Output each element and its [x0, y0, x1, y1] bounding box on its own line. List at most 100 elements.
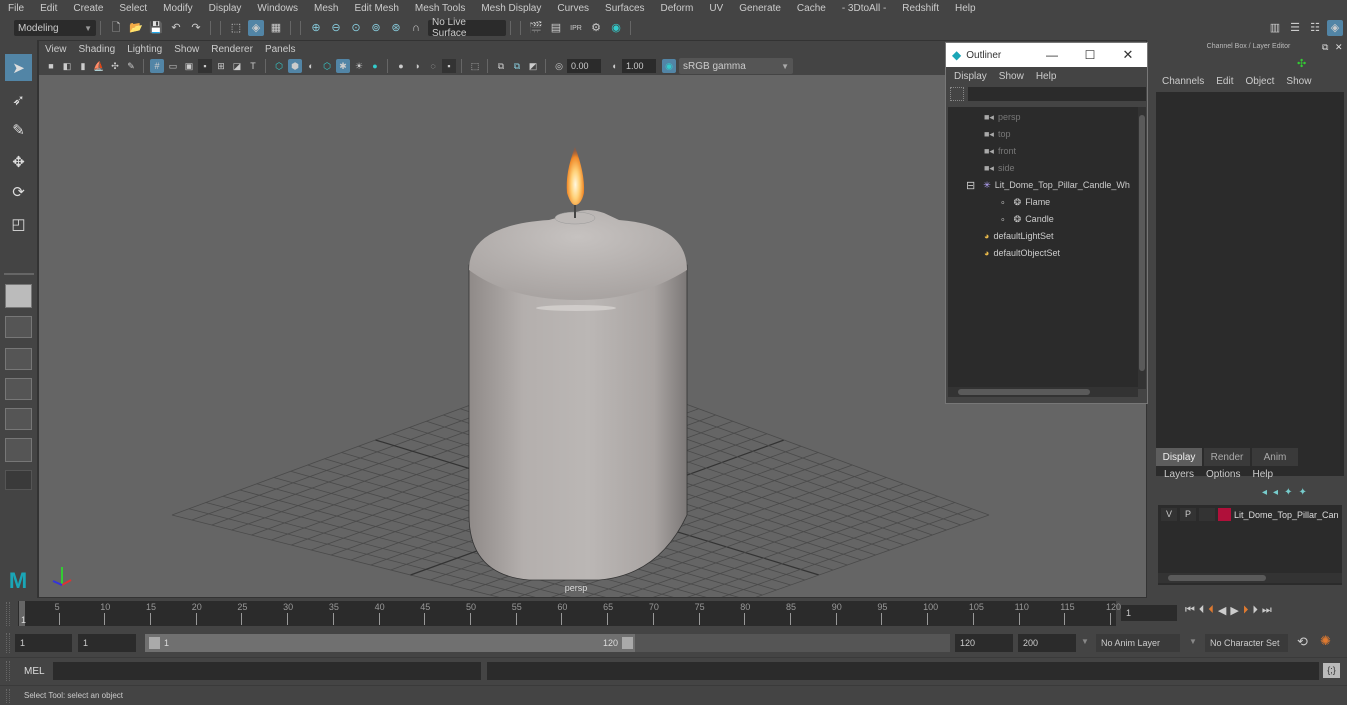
- step-back-key-icon[interactable]: ⏴: [1208, 604, 1214, 617]
- gamma-icon[interactable]: ◖: [607, 59, 621, 73]
- layer-display-type-toggle[interactable]: [1199, 508, 1215, 521]
- render-view-icon[interactable]: 🎬: [528, 20, 544, 36]
- save-scene-icon[interactable]: 💾: [148, 20, 164, 36]
- persp-graph-layout-icon[interactable]: [5, 378, 32, 400]
- manipulator-icon[interactable]: ✣: [1297, 57, 1306, 70]
- animation-preferences-icon[interactable]: ✺: [1320, 633, 1331, 649]
- menu-edit[interactable]: Edit: [32, 3, 65, 14]
- new-scene-icon[interactable]: 🗋: [108, 20, 124, 36]
- new-layer-from-selected-icon[interactable]: ✦: [1298, 487, 1306, 498]
- menu-deform[interactable]: Deform: [653, 3, 702, 14]
- tab-render[interactable]: Render: [1204, 448, 1250, 466]
- close-panel-icon[interactable]: ✕: [1335, 42, 1343, 53]
- single-perspective-layout-icon[interactable]: [5, 284, 32, 308]
- four-view-layout-icon[interactable]: [5, 316, 32, 338]
- scale-tool-icon[interactable]: ◰: [5, 210, 32, 237]
- new-empty-layer-icon[interactable]: ✦: [1284, 487, 1292, 498]
- redo-icon[interactable]: ↷: [188, 20, 204, 36]
- select-by-hierarchy-icon[interactable]: ⬚: [228, 20, 244, 36]
- render-current-frame-icon[interactable]: ▤: [548, 20, 564, 36]
- minimize-button[interactable]: —: [1033, 48, 1071, 62]
- outliner-item[interactable]: ◕ defaultLightSet: [984, 228, 1053, 244]
- anti-aliasing-icon[interactable]: ◌: [426, 59, 440, 73]
- scrollbar-thumb[interactable]: [1168, 575, 1266, 581]
- outliner-menu-show[interactable]: Show: [993, 71, 1030, 82]
- time-ruler[interactable]: 1 5 10 15 20 25 30 35 40 45 50 55 60 65 70 75 80 85 90 95 1…: [18, 601, 1121, 626]
- scene-end-field[interactable]: 200: [1018, 634, 1076, 652]
- chevron-down-icon[interactable]: ▼: [1081, 637, 1089, 646]
- xray-icon[interactable]: ⧉: [494, 59, 508, 73]
- hypershade-icon[interactable]: ◉: [608, 20, 624, 36]
- drag-handle[interactable]: [6, 633, 10, 653]
- chevron-down-icon[interactable]: ▼: [1189, 637, 1197, 646]
- channel-box-layer-editor-icon[interactable]: ◈: [1327, 20, 1343, 36]
- outliner-item[interactable]: ∘ ❂ Candle: [1000, 211, 1054, 227]
- move-layer-up-icon[interactable]: ◂: [1262, 487, 1267, 498]
- step-forward-key-icon[interactable]: ⏵: [1243, 604, 1249, 617]
- layer-menu-layers[interactable]: Layers: [1158, 469, 1200, 480]
- outliner-item[interactable]: ■◂ persp: [984, 109, 1020, 125]
- menu-uv[interactable]: UV: [701, 3, 731, 14]
- attribute-editor-icon[interactable]: ☰: [1287, 20, 1303, 36]
- outliner-vertical-scrollbar[interactable]: [1138, 107, 1146, 389]
- depth-of-field-icon[interactable]: ▪: [442, 59, 456, 73]
- scrollbar-thumb[interactable]: [958, 389, 1090, 395]
- mode-selector[interactable]: Modeling ▼: [14, 20, 96, 36]
- menu-mesh-display[interactable]: Mesh Display: [473, 3, 549, 14]
- outliner-horizontal-scrollbar[interactable]: [948, 387, 1138, 397]
- play-backwards-icon[interactable]: ◀: [1218, 604, 1226, 617]
- outliner-item[interactable]: ⊟ ✳ Lit_Dome_Top_Pillar_Candle_Wh: [966, 177, 1130, 193]
- outliner-menu-help[interactable]: Help: [1030, 71, 1063, 82]
- motion-blur-icon[interactable]: ◑: [410, 59, 424, 73]
- snap-to-point-icon[interactable]: ⊙: [348, 20, 364, 36]
- script-language-label[interactable]: MEL: [24, 666, 45, 677]
- layer-menu-options[interactable]: Options: [1200, 469, 1246, 480]
- playback-end-field[interactable]: 120: [955, 634, 1013, 652]
- xray-joints-icon[interactable]: ◩: [526, 59, 540, 73]
- time-slider[interactable]: 1 5 10 15 20 25 30 35 40 45 50 55 60 65 70 75 80 85 90 95 1…: [0, 598, 1347, 630]
- shadows-icon[interactable]: ●: [368, 59, 382, 73]
- menu-cache[interactable]: Cache: [789, 3, 834, 14]
- auto-key-icon[interactable]: ⟲: [1297, 634, 1308, 650]
- make-live-icon[interactable]: ∩: [408, 20, 424, 36]
- safe-action-icon[interactable]: ◪: [230, 59, 244, 73]
- menu-mesh[interactable]: Mesh: [306, 3, 346, 14]
- menu-help[interactable]: Help: [947, 3, 984, 14]
- close-button[interactable]: ✕: [1109, 47, 1147, 63]
- lasso-tool-icon[interactable]: ➶: [5, 86, 32, 113]
- live-surface-field[interactable]: No Live Surface: [428, 17, 506, 39]
- xray-active-components-icon[interactable]: ⧉: [510, 59, 524, 73]
- select-tool-icon[interactable]: ➤: [5, 54, 32, 81]
- viewport-menu-shading[interactable]: Shading: [73, 44, 122, 55]
- gate-mask-icon[interactable]: ▪: [198, 59, 212, 73]
- snap-to-curve-icon[interactable]: ⊖: [328, 20, 344, 36]
- channel-menu-object[interactable]: Object: [1240, 76, 1281, 87]
- scrollbar-thumb[interactable]: [1139, 115, 1145, 371]
- layer-menu-help[interactable]: Help: [1246, 469, 1279, 480]
- drag-handle[interactable]: [6, 689, 10, 703]
- channel-menu-edit[interactable]: Edit: [1210, 76, 1239, 87]
- play-forwards-icon[interactable]: ▶: [1230, 604, 1238, 617]
- layer-horizontal-scrollbar[interactable]: [1158, 573, 1342, 583]
- field-chart-icon[interactable]: ⊞: [214, 59, 228, 73]
- go-to-end-icon[interactable]: ⏭: [1262, 604, 1272, 617]
- layer-visibility-toggle[interactable]: V: [1161, 508, 1177, 521]
- ipr-render-icon[interactable]: IPR: [568, 20, 584, 36]
- tab-anim[interactable]: Anim: [1252, 448, 1298, 466]
- menu-redshift[interactable]: Redshift: [894, 3, 947, 14]
- outliner-item[interactable]: ∘ ❂ Flame: [1000, 194, 1050, 210]
- wireframe-on-shaded-icon[interactable]: ⬡: [320, 59, 334, 73]
- gamma-field[interactable]: 1.00: [622, 59, 656, 73]
- scene-start-field[interactable]: 1: [15, 634, 72, 652]
- bookmark-icon[interactable]: ▮: [76, 59, 90, 73]
- viewport-menu-renderer[interactable]: Renderer: [205, 44, 259, 55]
- custom-layout-icon[interactable]: [5, 470, 32, 490]
- outliner-search-input[interactable]: [968, 87, 1146, 101]
- persp-graph-hypershade-layout-icon[interactable]: [5, 438, 32, 462]
- step-forward-frame-icon[interactable]: ⏵: [1252, 604, 1258, 617]
- character-set-dropdown[interactable]: No Character Set: [1205, 634, 1288, 652]
- menu-generate[interactable]: Generate: [731, 3, 789, 14]
- render-settings-icon[interactable]: ⚙: [588, 20, 604, 36]
- layer-row[interactable]: V P Lit_Dome_Top_Pillar_Can: [1161, 508, 1339, 521]
- color-space-dropdown[interactable]: sRGB gamma ▼: [679, 58, 793, 74]
